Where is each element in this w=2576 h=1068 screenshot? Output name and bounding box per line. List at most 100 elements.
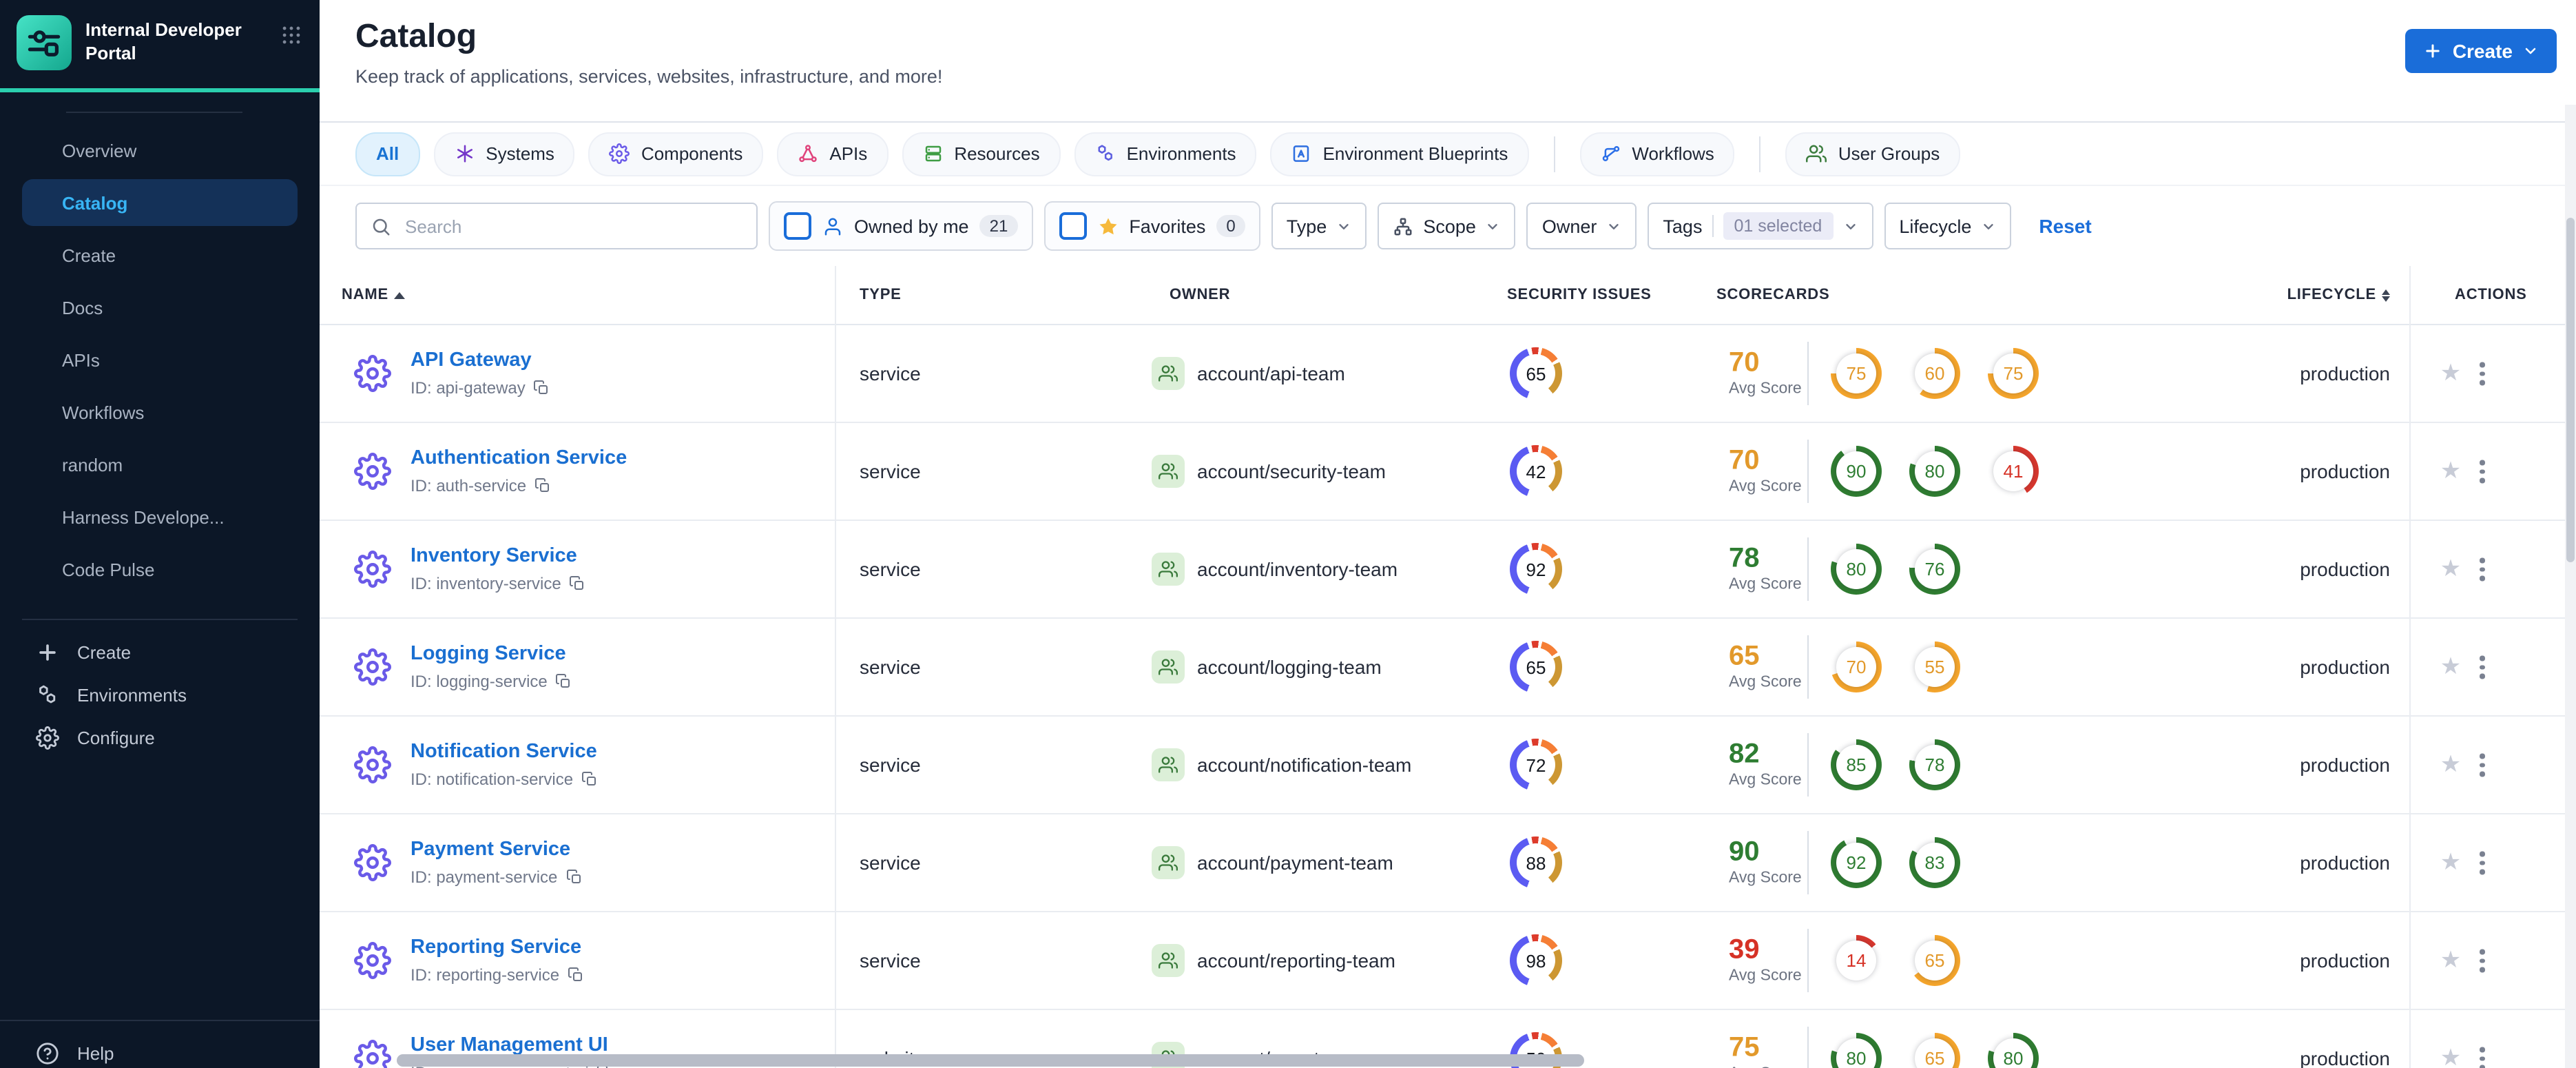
copy-icon[interactable]: [568, 967, 584, 983]
sidebar-item-configure[interactable]: Configure: [0, 717, 320, 759]
sidebar-item-catalog[interactable]: Catalog: [22, 179, 298, 226]
tab-workflows[interactable]: Workflows: [1579, 132, 1735, 176]
gear-icon: [609, 143, 630, 164]
table-row: Notification Service ID: notification-ser…: [320, 717, 2576, 814]
scorecard-value: 80: [1846, 559, 1867, 579]
kebab-menu-icon[interactable]: [2474, 455, 2490, 489]
owner-dropdown[interactable]: Owner: [1526, 203, 1637, 249]
page-header: Catalog Keep track of applications, serv…: [320, 0, 2576, 123]
tab-all[interactable]: All: [355, 132, 420, 176]
avg-score-value: 65: [1729, 641, 1760, 672]
sidebar-item-environments[interactable]: Environments: [0, 674, 320, 717]
entity-name-link[interactable]: Payment Service: [411, 839, 582, 861]
entity-id-text: ID: notification-service: [411, 770, 574, 789]
favorite-star-icon[interactable]: ★: [2438, 556, 2463, 582]
entity-name-link[interactable]: API Gateway: [411, 349, 550, 371]
column-header-owner: OWNER: [1170, 287, 1231, 303]
entity-id-text: ID: payment-service: [411, 867, 558, 887]
sidebar-header: Internal Developer Portal: [0, 0, 320, 92]
favorite-star-icon[interactable]: ★: [2438, 360, 2463, 386]
workflows-icon: [1600, 143, 1621, 164]
sidebar-item-create[interactable]: Create: [0, 631, 320, 674]
vertical-scrollbar-thumb[interactable]: [2566, 218, 2575, 562]
sidebar-item-harness-develope[interactable]: Harness Develope...: [22, 493, 298, 540]
tab-systems[interactable]: Systems: [433, 132, 575, 176]
scorecards-divider: [1807, 537, 1809, 601]
kebab-menu-icon[interactable]: [2474, 1042, 2490, 1068]
entity-name-link[interactable]: Logging Service: [411, 643, 572, 665]
kebab-menu-icon[interactable]: [2474, 748, 2490, 782]
sidebar-item-code-pulse[interactable]: Code Pulse: [22, 546, 298, 593]
kebab-menu-icon[interactable]: [2474, 944, 2490, 978]
horizontal-scrollbar[interactable]: [397, 1054, 1584, 1067]
tab-components[interactable]: Components: [588, 132, 764, 176]
reset-filters-link[interactable]: Reset: [2039, 215, 2091, 237]
entity-type: service: [860, 362, 921, 384]
hexagons-icon: [36, 684, 59, 707]
entity-lifecycle: production: [2300, 754, 2390, 776]
copy-icon[interactable]: [534, 477, 551, 494]
main-content: Catalog Keep track of applications, serv…: [320, 0, 2576, 1068]
tab-environments[interactable]: Environments: [1074, 132, 1257, 176]
column-header-lifecycle[interactable]: LIFECYCLE: [2283, 287, 2390, 303]
entity-name-link[interactable]: Inventory Service: [411, 545, 586, 567]
entity-id-text: ID: api-gateway: [411, 378, 526, 398]
sidebar-item-overview[interactable]: Overview: [22, 127, 298, 174]
scorecard-ring: 65: [1909, 1033, 1960, 1068]
kebab-menu-icon[interactable]: [2474, 553, 2490, 586]
sidebar-item-apis[interactable]: APIs: [22, 336, 298, 383]
sidebar-item-help[interactable]: Help: [0, 1020, 320, 1068]
avg-score: 90 Avg Score: [1729, 839, 1802, 887]
tab-resources[interactable]: Resources: [902, 132, 1061, 176]
security-issues-value: 92: [1526, 559, 1546, 579]
favorites-filter[interactable]: Favorites 0: [1043, 201, 1260, 251]
kebab-menu-icon[interactable]: [2474, 357, 2490, 391]
favorite-star-icon[interactable]: ★: [2438, 752, 2463, 777]
table-body: API Gateway ID: api-gateway service account…: [320, 325, 2576, 1068]
entity-name-cell: Inventory Service ID: inventory-service: [411, 545, 586, 593]
owner-group-icon: [1152, 455, 1185, 488]
owned-by-me-filter[interactable]: Owned by me 21: [769, 201, 1033, 251]
kebab-menu-icon[interactable]: [2474, 650, 2490, 684]
tags-dropdown[interactable]: Tags 01 selected: [1648, 203, 1873, 249]
scorecards-divider: [1807, 733, 1809, 797]
favorite-star-icon[interactable]: ★: [2438, 850, 2463, 875]
vertical-scrollbar-track[interactable]: [2565, 105, 2576, 1068]
entity-name-link[interactable]: Notification Service: [411, 741, 598, 763]
type-dropdown[interactable]: Type: [1271, 203, 1367, 249]
sidebar-item-docs[interactable]: Docs: [22, 284, 298, 331]
app-switcher-icon[interactable]: [280, 23, 303, 47]
create-button[interactable]: Create: [2405, 29, 2557, 73]
search-input[interactable]: [402, 214, 742, 238]
sidebar-item-random[interactable]: random: [22, 441, 298, 488]
entity-name-link[interactable]: User Management UI: [411, 1034, 614, 1056]
entity-name-link[interactable]: Authentication Service: [411, 447, 627, 469]
copy-icon[interactable]: [534, 380, 550, 396]
sidebar-item-workflows[interactable]: Workflows: [22, 389, 298, 435]
copy-icon[interactable]: [565, 869, 582, 885]
chevron-down-icon: [1336, 218, 1351, 234]
avg-score-value: 70: [1729, 445, 1760, 476]
scorecard-ring: 83: [1909, 837, 1960, 888]
tab-user-groups[interactable]: User Groups: [1785, 132, 1961, 176]
copy-icon[interactable]: [556, 673, 572, 690]
scorecard-ring: 80: [1909, 446, 1960, 497]
tab-apis[interactable]: APIs: [777, 132, 889, 176]
favorite-star-icon[interactable]: ★: [2438, 458, 2463, 484]
kebab-menu-icon[interactable]: [2474, 846, 2490, 880]
entity-lifecycle: production: [2300, 362, 2390, 384]
scorecard-value: 78: [1924, 754, 1945, 775]
sidebar-item-create[interactable]: Create: [22, 232, 298, 278]
owned-by-me-checkbox[interactable]: [784, 212, 811, 240]
lifecycle-dropdown[interactable]: Lifecycle: [1884, 203, 2012, 249]
favorite-star-icon[interactable]: ★: [2438, 947, 2463, 973]
entity-name-link[interactable]: Reporting Service: [411, 936, 584, 958]
tab-environment-blueprints[interactable]: Environment Blueprints: [1270, 132, 1529, 176]
favorites-checkbox[interactable]: [1059, 212, 1087, 240]
column-header-name[interactable]: NAME: [342, 287, 405, 303]
favorite-star-icon[interactable]: ★: [2438, 654, 2463, 679]
copy-icon[interactable]: [570, 575, 586, 592]
favorite-star-icon[interactable]: ★: [2438, 1045, 2463, 1068]
copy-icon[interactable]: [581, 771, 598, 788]
scope-dropdown[interactable]: Scope: [1378, 203, 1516, 249]
